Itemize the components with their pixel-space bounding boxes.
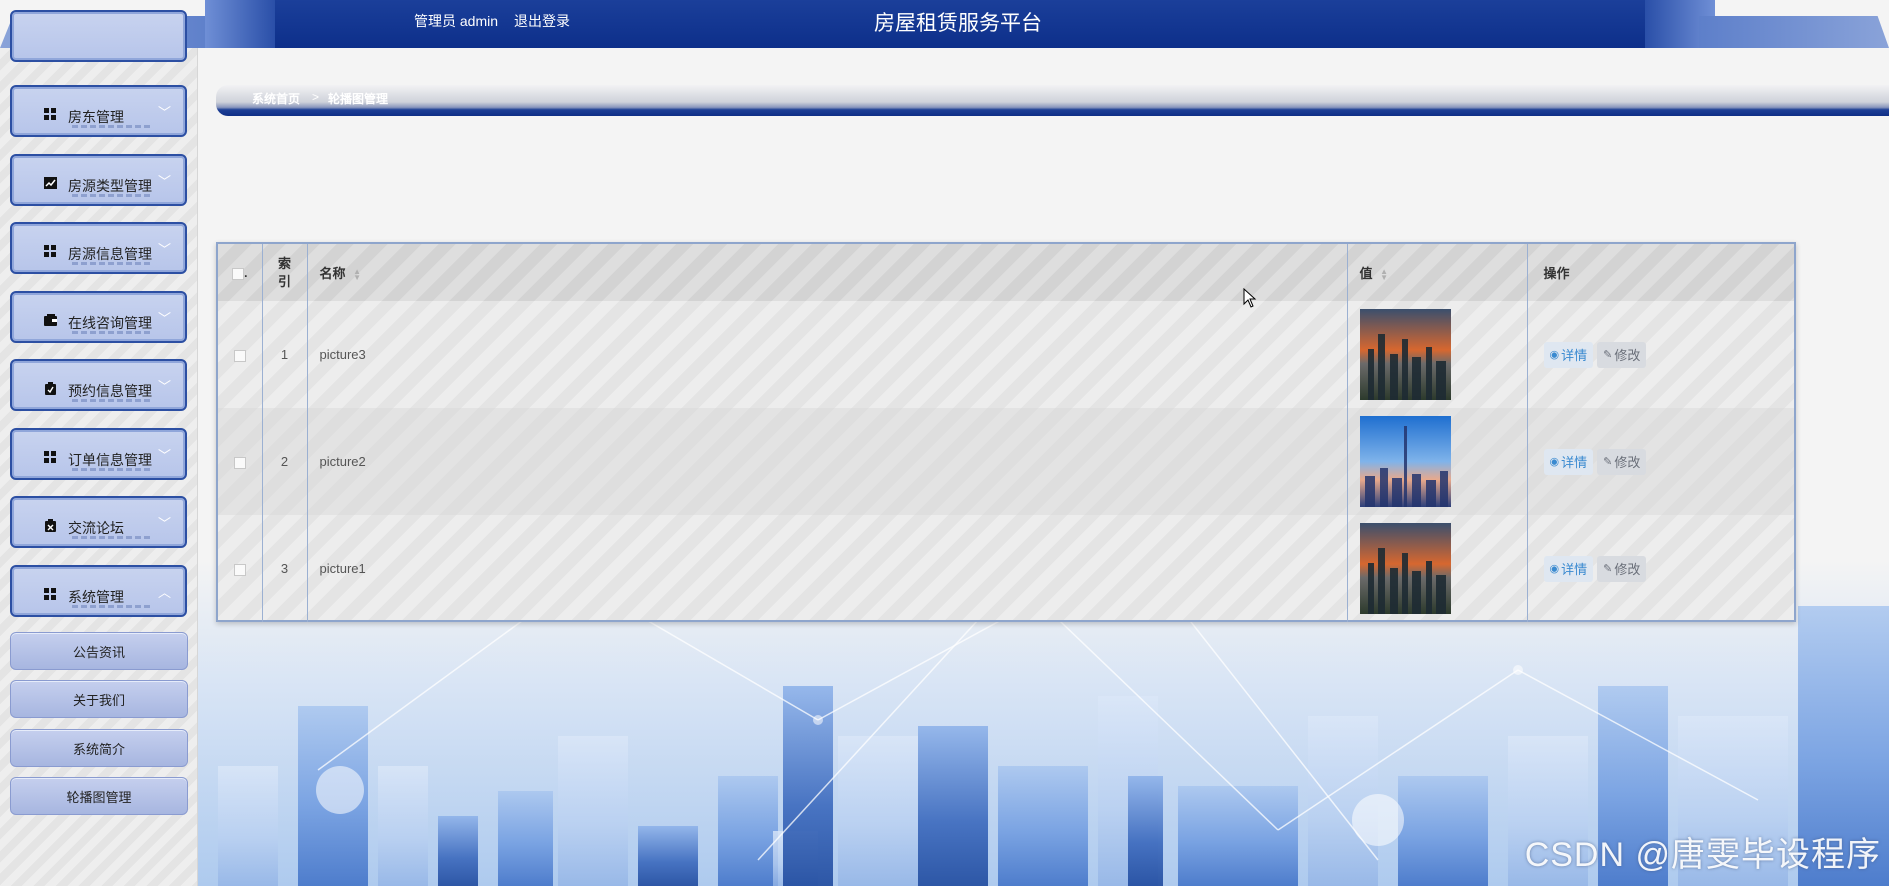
sidebar-item-label: 系统管理 <box>68 589 124 605</box>
carousel-image-thumbnail[interactable] <box>1359 523 1451 614</box>
sidebar-item-forum[interactable]: 交流论坛 ﹀ <box>10 496 187 548</box>
row-name: picture1 <box>307 515 1348 622</box>
edit-button-label: 修改 <box>1614 348 1641 363</box>
row-index: 1 <box>262 301 308 408</box>
eye-icon: ◉ <box>1549 349 1560 361</box>
row-checkbox[interactable] <box>233 563 246 576</box>
breadcrumb-home-link[interactable]: 系统首页 <box>252 90 300 107</box>
row-name: picture3 <box>307 301 1348 408</box>
sidebar-item-label: 交流论坛 <box>68 520 124 536</box>
app-title: 房屋租赁服务平台 <box>874 12 1042 35</box>
chevron-down-icon: ﹀ <box>157 448 171 463</box>
sidebar-subitem-about[interactable]: 关于我们 <box>10 680 188 718</box>
breadcrumb: 系统首页 > 轮播图管理 <box>216 85 1889 116</box>
chevron-down-icon: ﹀ <box>157 105 171 120</box>
sidebar-item-property-type[interactable]: 房源类型管理 ﹀ <box>10 154 187 206</box>
column-header-name[interactable]: 名称 ▲ ▼ <box>307 244 1348 301</box>
detail-button[interactable]: ◉ 详情 <box>1543 448 1594 475</box>
sidebar-item-system[interactable]: 系统管理 ︿ <box>10 565 187 617</box>
pencil-icon: ✎ <box>1603 349 1613 361</box>
detail-button-label: 详情 <box>1561 562 1588 577</box>
table-row: 2 picture2 ◉ 详情 ✎ 修改 <box>218 408 1794 515</box>
pencil-icon: ✎ <box>1603 563 1613 575</box>
sidebar-item-label: 预约信息管理 <box>68 383 152 399</box>
mouse-cursor-icon <box>1243 288 1257 308</box>
grid-icon <box>43 244 57 258</box>
row-index: 2 <box>262 408 308 515</box>
clipboard-icon <box>43 518 57 532</box>
wallet-icon <box>43 313 57 327</box>
column-header-value[interactable]: 值 ▲ ▼ <box>1347 244 1528 301</box>
edit-button[interactable]: ✎ 修改 <box>1597 448 1647 475</box>
sidebar-item-label: 房东管理 <box>68 109 124 125</box>
grid-icon <box>43 450 57 464</box>
sidebar-subitem-announcements[interactable]: 公告资讯 <box>10 632 188 670</box>
column-header-index: 索引 <box>262 244 308 301</box>
detail-button[interactable]: ◉ 详情 <box>1543 341 1594 368</box>
pencil-icon: ✎ <box>1603 456 1613 468</box>
row-checkbox[interactable] <box>233 349 246 362</box>
sort-icon[interactable]: ▲ ▼ <box>1380 267 1388 281</box>
carousel-image-thumbnail[interactable] <box>1359 309 1451 400</box>
select-all-checkbox[interactable] <box>232 267 245 280</box>
row-index: 3 <box>262 515 308 622</box>
sidebar-item-consult[interactable]: 在线咨询管理 ﹀ <box>10 291 187 343</box>
carousel-table: . 索引 名称 ▲ ▼ 值 ▲ ▼ 操作 1 picture3 ◉ 详情 ✎ 修… <box>216 242 1796 622</box>
edit-button[interactable]: ✎ 修改 <box>1597 341 1647 368</box>
top-header: 管理员 admin 退出登录 房屋租赁服务平台 <box>0 0 1889 48</box>
sidebar-item-label: 订单信息管理 <box>68 452 152 468</box>
chevron-down-icon: ﹀ <box>157 516 171 531</box>
detail-button-label: 详情 <box>1561 348 1588 363</box>
column-header-name-label: 名称 <box>319 266 346 281</box>
watermark-text: CSDN @唐雯毕设程序 <box>1524 836 1881 874</box>
column-header-value-label: 值 <box>1359 266 1373 281</box>
edit-button[interactable]: ✎ 修改 <box>1597 555 1647 582</box>
chart-icon <box>43 176 57 190</box>
sidebar-item-property-info[interactable]: 房源信息管理 ﹀ <box>10 222 187 274</box>
sidebar: 房东管理 ﹀ 房源类型管理 ﹀ 房源信息管理 ﹀ 在线咨询管理 ﹀ 预约信息管理… <box>0 10 198 886</box>
sidebar-subitem-intro[interactable]: 系统简介 <box>10 729 188 767</box>
sidebar-item-label: 房源类型管理 <box>68 178 152 194</box>
sidebar-item-label: 房源信息管理 <box>68 246 152 262</box>
breadcrumb-separator: > <box>312 90 320 104</box>
chevron-up-icon: ︿ <box>157 585 171 600</box>
row-checkbox[interactable] <box>233 456 246 469</box>
table-row: 1 picture3 ◉ 详情 ✎ 修改 <box>218 301 1794 408</box>
sidebar-item-partial[interactable] <box>10 10 187 62</box>
detail-button[interactable]: ◉ 详情 <box>1543 555 1594 582</box>
detail-button-label: 详情 <box>1561 455 1588 470</box>
select-all-cell: . <box>218 244 263 301</box>
sort-icon[interactable]: ▲ ▼ <box>353 267 361 281</box>
chevron-down-icon: ﹀ <box>157 174 171 189</box>
admin-label: 管理员 admin <box>414 13 499 29</box>
logout-link[interactable]: 退出登录 <box>514 11 570 31</box>
sidebar-item-appointment[interactable]: 预约信息管理 ﹀ <box>10 359 187 411</box>
clipboard-icon <box>43 381 57 395</box>
grid-icon <box>43 587 57 601</box>
table-header-row: . 索引 名称 ▲ ▼ 值 ▲ ▼ 操作 <box>218 244 1794 301</box>
table-row: 3 picture1 ◉ 详情 ✎ 修改 <box>218 515 1794 622</box>
sidebar-subitem-carousel[interactable]: 轮播图管理 <box>10 777 188 815</box>
edit-button-label: 修改 <box>1614 455 1641 470</box>
row-name: picture2 <box>307 408 1348 515</box>
chevron-down-icon: ﹀ <box>157 379 171 394</box>
edit-button-label: 修改 <box>1614 562 1641 577</box>
breadcrumb-current: 轮播图管理 <box>328 92 389 106</box>
sidebar-item-orders[interactable]: 订单信息管理 ﹀ <box>10 428 187 480</box>
eye-icon: ◉ <box>1549 563 1560 575</box>
sidebar-item-landlord[interactable]: 房东管理 ﹀ <box>10 85 187 137</box>
column-header-actions: 操作 <box>1543 266 1570 281</box>
grid-icon <box>43 107 57 121</box>
sidebar-item-label: 在线咨询管理 <box>68 315 152 331</box>
eye-icon: ◉ <box>1549 456 1560 468</box>
chevron-down-icon: ﹀ <box>157 311 171 326</box>
chevron-down-icon: ﹀ <box>157 242 171 257</box>
carousel-image-thumbnail[interactable] <box>1359 416 1451 507</box>
